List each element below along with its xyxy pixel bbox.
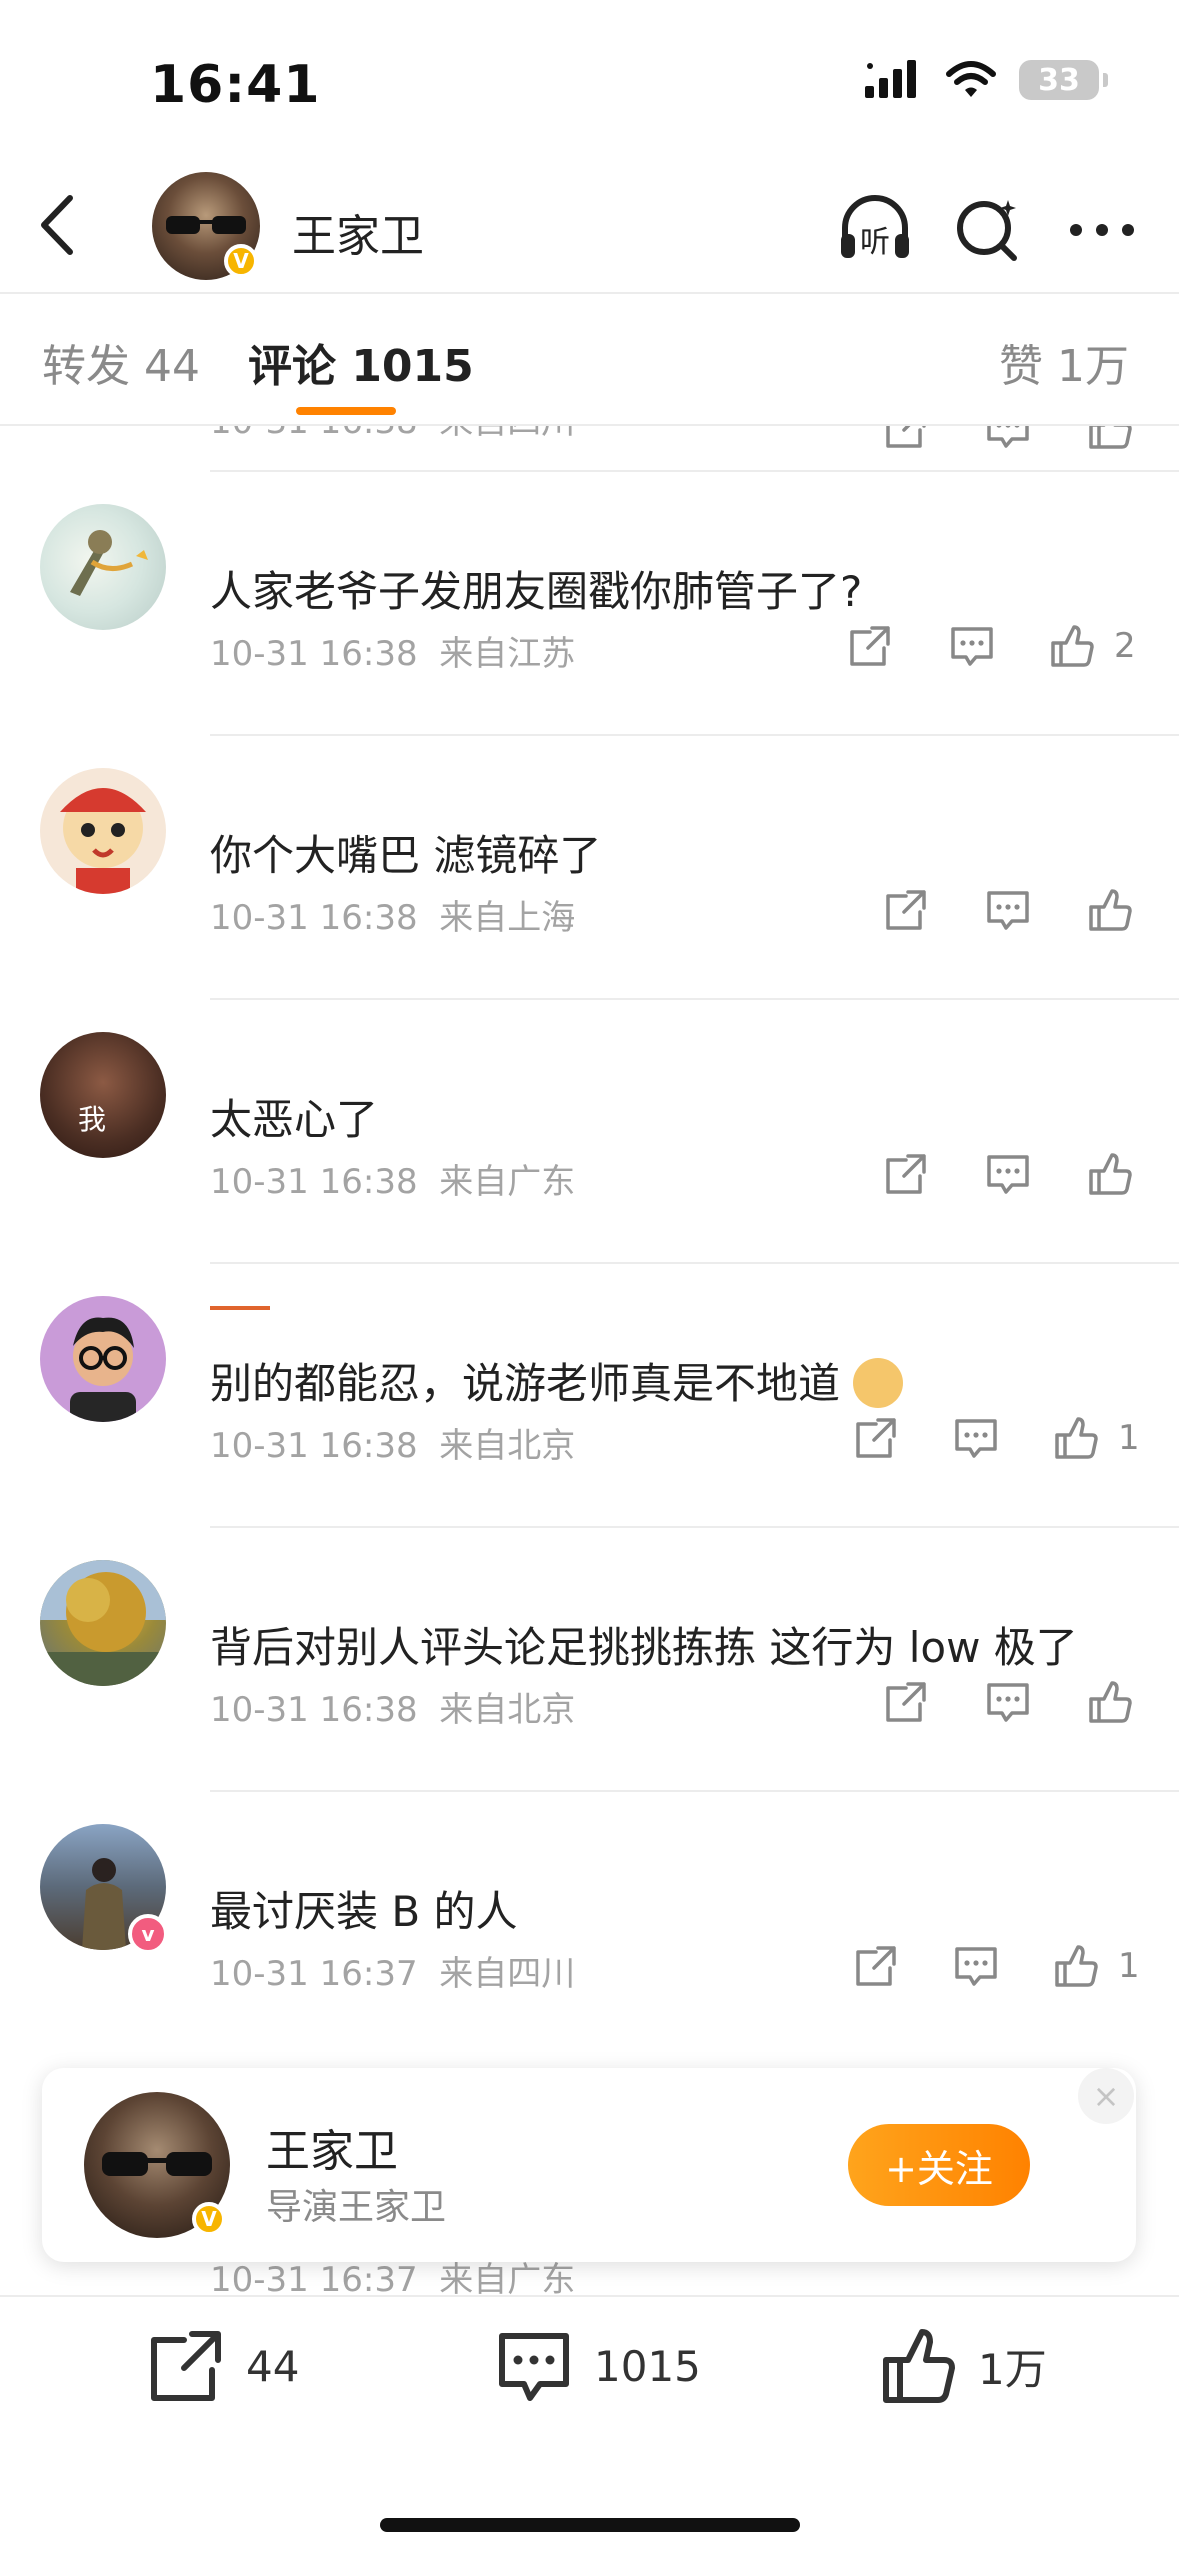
member-badge-icon: v <box>128 1914 168 1954</box>
comment-text: 人家老爷子发朋友圈戳你肺管子了? <box>210 567 863 616</box>
comment-meta: 10-31 16:38 来自广东 <box>210 1162 576 1202</box>
like-icon[interactable] <box>1088 1152 1132 1196</box>
comment-meta: 10-31 16:38 来自北京 <box>210 1426 576 1466</box>
like-count: 1 <box>1118 1946 1140 1986</box>
active-tab-indicator <box>296 407 396 415</box>
comment-text: 别的都能忍，说游老师真是不地道 <box>210 1350 904 1412</box>
comment-icon <box>499 2333 569 2401</box>
comment-meta: 10-31 16:38 来自江苏 <box>210 634 576 674</box>
repost-icon[interactable] <box>884 426 928 450</box>
tab-comments[interactable]: 评论 1015 <box>248 330 474 394</box>
like-icon[interactable] <box>1088 888 1132 932</box>
headphones-icon[interactable]: 听 <box>835 190 915 270</box>
like-icon[interactable] <box>1088 1680 1132 1724</box>
header-username[interactable]: 王家卫 <box>292 200 424 264</box>
comment-text: 你个大嘴巴 滤镜碎了 <box>210 831 602 880</box>
comment-meta: 10-31 16:38 来自北京 <box>210 1690 576 1730</box>
status-time: 16:41 <box>150 55 321 115</box>
partial-comment-meta: 10-31 16:38 来自四川 <box>210 426 575 443</box>
follow-card-name: 王家卫 <box>266 2126 398 2177</box>
repost-count: 44 <box>246 2341 300 2391</box>
follow-card-description: 导演王家卫 <box>266 2187 447 2228</box>
follow-button[interactable]: +关注 <box>848 2124 1030 2206</box>
bottom-like-button[interactable]: 1万 <box>880 2328 1047 2404</box>
sunglasses-icon <box>102 2152 212 2176</box>
comment-meta: 10-31 16:38 来自上海 <box>210 898 576 938</box>
reply-icon[interactable] <box>954 1944 998 1988</box>
bottom-repost-button[interactable]: 44 <box>148 2328 299 2404</box>
status-icons: 33 <box>865 60 1108 100</box>
comment-item: v 最讨厌装 B 的人 10-31 16:37 来自四川 1 <box>0 1792 1179 2056</box>
tab-repost[interactable]: 转发 44 <box>42 330 200 394</box>
comment-text: 背后对别人评头论足挑挑拣拣 这行为 low 极了 <box>210 1623 1078 1672</box>
comment-item: 人家老爷子发朋友圈戳你肺管子了? 10-31 16:38 来自江苏 2 <box>0 472 1179 736</box>
comment-item: 别的都能忍，说游老师真是不地道 10-31 16:38 来自北京 1 <box>0 1264 1179 1528</box>
like-icon[interactable] <box>1054 1944 1098 1988</box>
avatar-label: 我 <box>78 1103 107 1136</box>
verified-badge-icon: V <box>192 2202 226 2236</box>
close-icon[interactable]: × <box>1078 2068 1134 2124</box>
battery-indicator: 33 <box>1019 60 1108 100</box>
comment-item: 我 太恶心了 10-31 16:38 来自广东 <box>0 1000 1179 1264</box>
listen-label: 听 <box>860 225 890 260</box>
like-count: 2 <box>1114 626 1136 666</box>
comment-meta: 10-31 16:37 来自四川 <box>210 1954 576 1994</box>
comment-count: 1015 <box>594 2341 701 2391</box>
comment-text: 最讨厌装 B 的人 <box>210 1887 518 1936</box>
cartoon-character-icon <box>60 788 146 894</box>
doge-emoji-icon <box>853 1357 904 1408</box>
like-icon <box>883 2329 955 2403</box>
commenter-avatar[interactable]: 我 <box>40 1032 166 1158</box>
more-icon[interactable] <box>1062 190 1142 270</box>
bottom-comment-button[interactable]: 1015 <box>496 2328 701 2404</box>
reply-icon[interactable] <box>954 1416 998 1460</box>
comment-item: 背后对别人评头论足挑挑拣拣 这行为 low 极了 10-31 16:38 来自北… <box>0 1528 1179 1792</box>
commenter-avatar[interactable] <box>40 1560 166 1686</box>
comment-text: 太恶心了 <box>210 1095 379 1144</box>
reply-icon[interactable] <box>950 624 994 668</box>
autumn-tree-icon <box>40 1560 166 1686</box>
search-icon[interactable] <box>948 190 1028 270</box>
verified-badge-icon: V <box>224 244 258 278</box>
reply-icon[interactable] <box>986 888 1030 932</box>
repost-icon[interactable] <box>848 624 892 668</box>
tab-likes[interactable]: 赞 1万 <box>999 330 1129 394</box>
sunglasses-icon <box>166 216 246 234</box>
reply-icon[interactable] <box>986 426 1030 450</box>
repost-icon <box>151 2331 221 2401</box>
cellular-signal-icon <box>865 60 916 98</box>
comment-list[interactable]: 10-31 16:38 来自四川 人家老爷子发朋友圈戳你肺管子了? 10-31 … <box>0 426 1179 2066</box>
commenter-avatar[interactable] <box>40 768 166 894</box>
repost-icon[interactable] <box>884 1680 928 1724</box>
repost-icon[interactable] <box>884 888 928 932</box>
home-indicator[interactable] <box>380 2518 800 2532</box>
cartoon-man-glasses-icon <box>70 1317 136 1422</box>
header-divider <box>0 292 1179 294</box>
repost-icon[interactable] <box>884 1152 928 1196</box>
like-count-total: 1万 <box>978 2344 1047 2394</box>
back-icon[interactable] <box>30 190 90 260</box>
repost-icon[interactable] <box>854 1416 898 1460</box>
reply-icon[interactable] <box>986 1152 1030 1196</box>
like-count: 1 <box>1118 1418 1140 1458</box>
commenter-avatar[interactable] <box>40 1296 166 1422</box>
like-icon[interactable] <box>1088 426 1132 450</box>
wifi-icon <box>946 61 996 97</box>
comment-item: 你个大嘴巴 滤镜碎了 10-31 16:38 来自上海 <box>0 736 1179 1000</box>
repost-icon[interactable] <box>854 1944 898 1988</box>
reply-icon[interactable] <box>986 1680 1030 1724</box>
like-icon[interactable] <box>1054 1416 1098 1460</box>
commenter-avatar[interactable] <box>40 504 166 630</box>
truncated-username <box>210 1306 270 1310</box>
like-icon[interactable] <box>1050 624 1094 668</box>
anime-girl-icon <box>70 530 148 596</box>
